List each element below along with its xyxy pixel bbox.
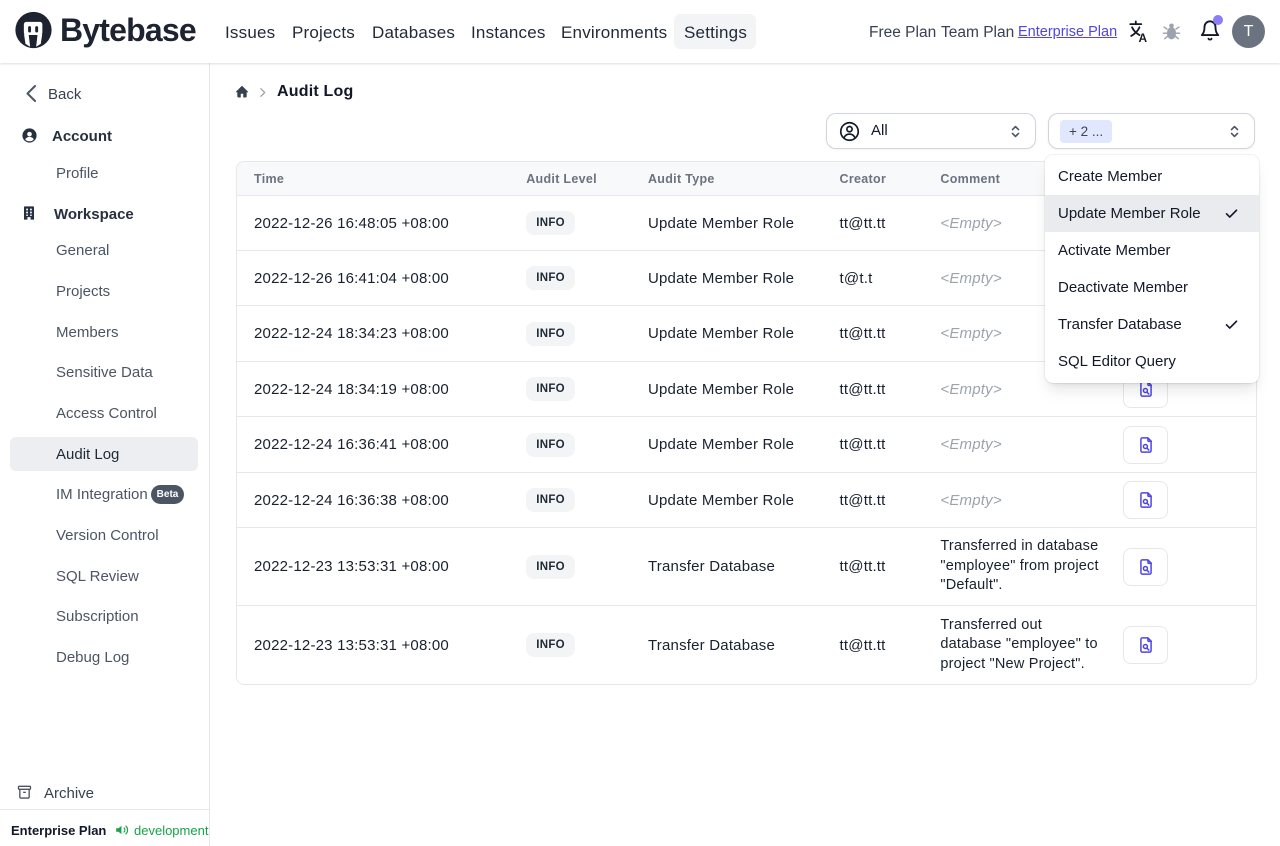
svg-text:A: A (1139, 31, 1148, 43)
